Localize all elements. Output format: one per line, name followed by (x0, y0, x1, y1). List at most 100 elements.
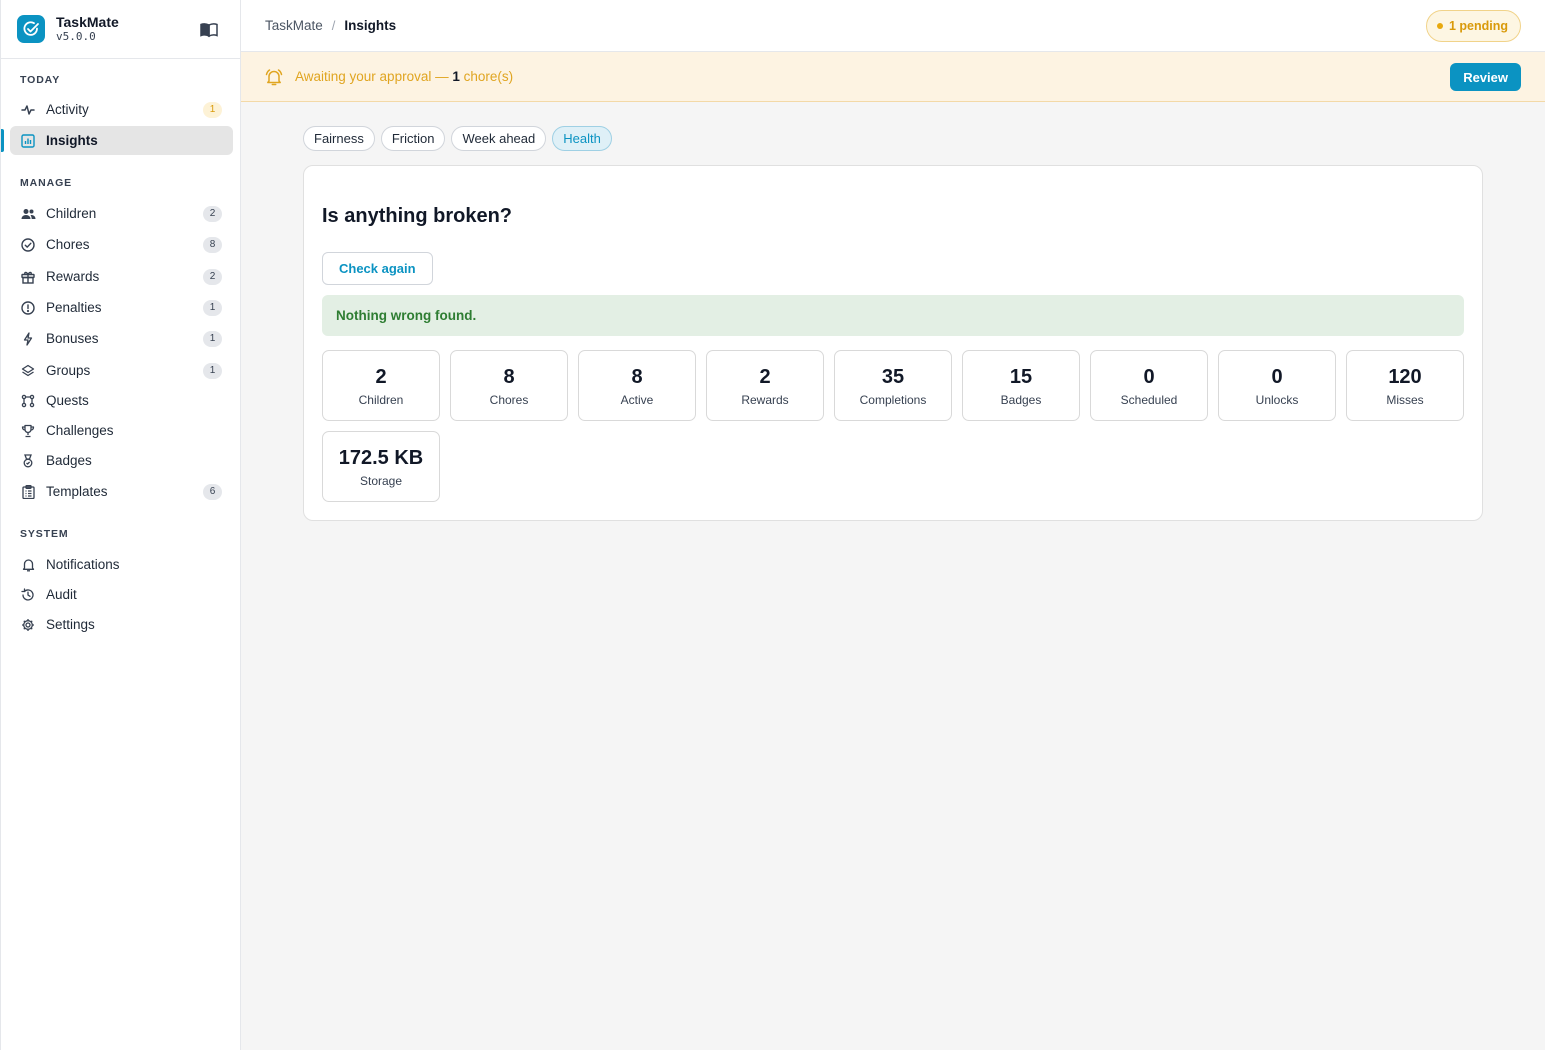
pending-dot-icon (1436, 23, 1443, 29)
stat-tile-children: 2 Children (322, 350, 440, 421)
app-version: v5.0.0 (56, 30, 96, 43)
layers-icon (20, 363, 36, 379)
stat-label: Scheduled (1120, 392, 1178, 407)
app-logo-icon (17, 15, 45, 43)
sidebar-item-label: Settings (46, 617, 95, 632)
insights-tabs: Fairness Friction Week ahead Health (303, 126, 612, 151)
approval-count: 1 (452, 69, 460, 84)
sidebar-item-label: Audit (46, 587, 77, 602)
section-label-system: SYSTEM (20, 528, 69, 540)
check-again-button[interactable]: Check again (322, 252, 433, 285)
tab-health[interactable]: Health (552, 126, 612, 151)
sidebar-item-label: Insights (46, 133, 98, 148)
breadcrumb-current: Insights (344, 18, 397, 33)
chart-icon (20, 133, 36, 149)
stat-tile-completions: 35 Completions (834, 350, 952, 421)
health-title: Is anything broken? (322, 205, 513, 227)
brand: TaskMate v5.0.0 (1, 0, 240, 59)
stat-value: 120 (1388, 365, 1422, 388)
stat-value: 0 (1143, 365, 1155, 388)
sidebar-item-rewards[interactable]: Rewards 2 (10, 262, 233, 291)
docs-book-icon[interactable] (200, 22, 218, 38)
sidebar-item-activity[interactable]: Activity 1 (10, 95, 233, 124)
sidebar-item-penalties[interactable]: Penalties 1 (10, 293, 233, 322)
stat-label: Unlocks (1255, 392, 1299, 407)
stat-value: 8 (631, 365, 643, 388)
sidebar-item-templates[interactable]: Templates 6 (10, 477, 233, 506)
gear-icon (20, 617, 36, 633)
gift-icon (20, 269, 36, 285)
pending-badge[interactable]: 1 pending (1425, 10, 1521, 42)
stat-value: 2 (375, 365, 387, 388)
sidebar-item-children[interactable]: Children 2 (10, 199, 233, 228)
stat-label: Chores (489, 392, 529, 407)
sidebar-item-challenges[interactable]: Challenges (10, 416, 233, 445)
alert-circle-icon (20, 300, 36, 316)
stat-value: 172.5 KB (338, 446, 424, 469)
bell-icon (20, 557, 36, 573)
section-label-today: TODAY (20, 74, 61, 86)
count-badge: 1 (203, 299, 222, 316)
count-badge: 1 (203, 101, 222, 118)
top-bar: TaskMate / Insights 1 pending (241, 0, 1545, 52)
stat-tile-badges: 15 Badges (962, 350, 1080, 421)
sidebar-item-chores[interactable]: Chores 8 (10, 230, 233, 259)
review-button[interactable]: Review (1450, 63, 1521, 91)
tab-fairness[interactable]: Fairness (303, 126, 375, 151)
stat-tile-scheduled: 0 Scheduled (1090, 350, 1208, 421)
sidebar-item-label: Templates (46, 484, 108, 499)
route-icon (20, 393, 36, 409)
count-badge: 1 (203, 330, 222, 347)
count-badge: 2 (203, 205, 222, 222)
bolt-icon (20, 331, 36, 347)
count-badge: 2 (203, 268, 222, 285)
breadcrumb-root[interactable]: TaskMate (265, 18, 323, 33)
sidebar: TaskMate v5.0.0 TODAY Activity 1 Insight… (0, 0, 241, 1050)
stat-value: 0 (1271, 365, 1283, 388)
clipboard-icon (20, 484, 36, 500)
app-name: TaskMate (56, 14, 119, 30)
stat-label: Misses (1386, 392, 1424, 407)
count-badge: 8 (203, 236, 222, 253)
sidebar-item-audit[interactable]: Audit (10, 580, 233, 609)
stat-tile-active: 8 Active (578, 350, 696, 421)
stat-tile-rewards: 2 Rewards (706, 350, 824, 421)
stat-label: Children (358, 392, 404, 407)
sidebar-item-label: Challenges (46, 423, 114, 438)
stat-label: Storage (359, 473, 403, 488)
stat-tile-unlocks: 0 Unlocks (1218, 350, 1336, 421)
sidebar-item-settings[interactable]: Settings (10, 610, 233, 639)
sidebar-item-label: Badges (46, 453, 92, 468)
sidebar-item-badges[interactable]: Badges (10, 446, 233, 475)
stat-value: 15 (1009, 365, 1033, 388)
stat-label: Active (620, 392, 654, 407)
sidebar-item-label: Rewards (46, 269, 100, 284)
sidebar-item-groups[interactable]: Groups 1 (10, 356, 233, 385)
breadcrumb-separator: / (331, 18, 336, 33)
sidebar-item-notifications[interactable]: Notifications (10, 550, 233, 579)
stat-label: Completions (859, 392, 927, 407)
stat-tile-misses: 120 Misses (1346, 350, 1464, 421)
users-icon (20, 206, 36, 222)
pending-label: 1 pending (1448, 19, 1508, 33)
health-status: Nothing wrong found. (322, 295, 1464, 336)
health-card: Is anything broken? Check again Nothing … (303, 165, 1483, 521)
section-label-manage: MANAGE (20, 177, 73, 189)
sidebar-item-quests[interactable]: Quests (10, 386, 233, 415)
sidebar-item-label: Activity (46, 102, 89, 117)
trophy-icon (20, 423, 36, 439)
tab-week-ahead[interactable]: Week ahead (451, 126, 547, 151)
bell-ring-icon (265, 68, 283, 86)
sidebar-item-bonuses[interactable]: Bonuses 1 (10, 324, 233, 353)
sidebar-item-insights[interactable]: Insights (1, 126, 233, 155)
sidebar-item-label: Groups (46, 363, 91, 378)
count-badge: 1 (203, 362, 222, 379)
sidebar-item-label: Penalties (46, 300, 102, 315)
tab-friction[interactable]: Friction (380, 126, 446, 151)
sidebar-item-label: Children (46, 206, 97, 221)
sidebar-item-label: Bonuses (46, 331, 99, 346)
medal-icon (20, 453, 36, 469)
stat-value: 2 (759, 365, 771, 388)
stats-grid: 2 Children 8 Chores 8 Active 2 Rewards 35 Complet… (322, 350, 1468, 502)
stat-label: Badges (1000, 392, 1042, 407)
